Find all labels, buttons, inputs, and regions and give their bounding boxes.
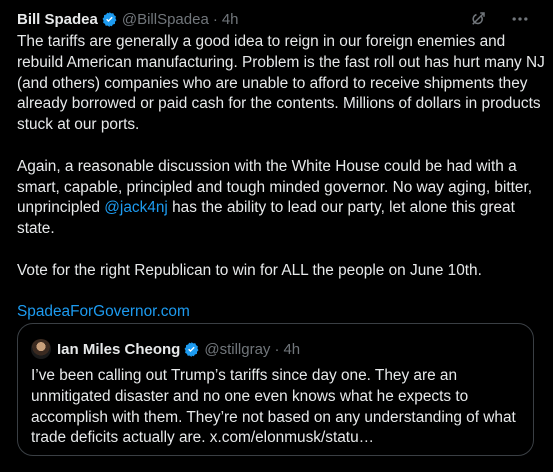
avatar[interactable]	[31, 339, 51, 359]
tweet-paragraph-2: Again, a reasonable discussion with the …	[17, 157, 547, 240]
header-actions	[467, 8, 531, 30]
author-handle[interactable]: @BillSpadea	[122, 11, 209, 28]
tweet-header: Bill Spadea @BillSpadea · 4h	[17, 8, 545, 30]
verified-badge-icon	[184, 341, 199, 357]
quoted-tweet-header: Ian Miles Cheong @stillgray · 4h	[31, 338, 300, 360]
tweet-paragraph-4: SpadeaForGovernor.com	[17, 302, 547, 323]
tweet-paragraph-1: The tariffs are generally a good idea to…	[17, 33, 545, 134]
timestamp[interactable]: 4h	[222, 11, 239, 28]
more-options-icon[interactable]	[509, 8, 531, 30]
website-link[interactable]: SpadeaForGovernor.com	[17, 303, 190, 320]
verified-badge-icon	[102, 11, 117, 27]
separator-dot: ·	[212, 10, 218, 28]
quoted-author-name: Ian Miles Cheong	[57, 340, 181, 358]
quoted-tweet-card[interactable]: Ian Miles Cheong @stillgray · 4h I’ve be…	[17, 323, 534, 456]
tweet-text: The tariffs are generally a good idea to…	[17, 32, 547, 323]
separator-dot: ·	[274, 340, 280, 358]
author-name[interactable]: Bill Spadea	[17, 11, 98, 28]
grok-icon[interactable]	[467, 8, 489, 30]
quoted-author-handle: @stillgray	[204, 340, 271, 358]
quoted-timestamp: 4h	[283, 340, 301, 358]
mention-link[interactable]: @jack4nj	[104, 199, 168, 216]
quoted-tweet-text: I’ve been calling out Trump’s tariffs si…	[31, 367, 516, 447]
tweet-paragraph-3: Vote for the right Republican to win for…	[17, 261, 482, 279]
